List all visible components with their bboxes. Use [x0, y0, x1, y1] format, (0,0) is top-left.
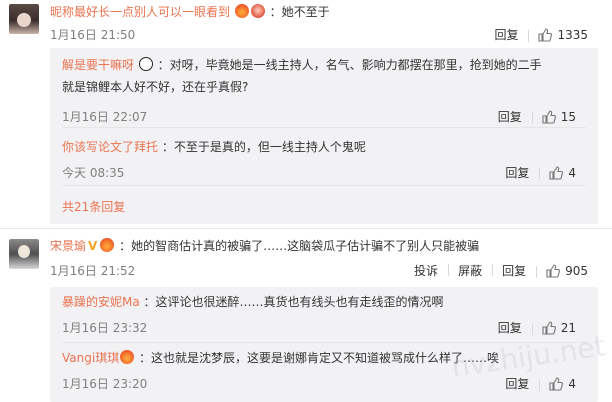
comment-username[interactable]: 宋景瑜 [50, 239, 86, 253]
thumb-up-icon [546, 263, 561, 278]
thumb-up-icon [538, 27, 553, 42]
reply-text: ：这也就是沈梦辰，这要是谢娜肯定又不知道被骂成什么样了……唉 [139, 351, 500, 365]
reply-line-1: Vangi琪琪 ：这也就是沈梦辰，这要是谢娜肯定又不知道被骂成什么样了……唉 [62, 347, 586, 369]
verified-badge-icon: V [88, 239, 98, 253]
reply-actions: 回复 4 [495, 375, 586, 392]
reply-button[interactable]: 回复 [488, 319, 532, 336]
reply-username[interactable]: 解是要干嘛呀 [62, 58, 134, 72]
like-button[interactable]: 905 [536, 264, 598, 278]
reply-line-1: 暴躁的安妮Ma ：这评论也很迷醉……真货也有线头也有走线歪的情况啊 [62, 291, 586, 313]
fire-emoji-icon [120, 350, 135, 364]
thumb-up-icon [542, 109, 556, 124]
reply-button[interactable]: 回复 [495, 164, 539, 181]
reply-item: Vangi琪琪 ：这也就是沈梦辰，这要是谢娜肯定又不知道被骂成什么样了……唉 1… [62, 347, 586, 399]
thumb-up-icon [542, 320, 556, 335]
fire-emoji-icon [100, 238, 115, 252]
reply-line-2: 就是锦鲤本人好不好，还在乎真假? [62, 80, 249, 94]
reply-date: 今天 08:35 [62, 166, 125, 180]
more-replies-link[interactable]: 共21条回复 [62, 198, 125, 215]
reply-item: 暴躁的安妮Ma ：这评论也很迷醉……真货也有线头也有走线歪的情况啊 1月16日 … [62, 291, 586, 343]
like-count: 1335 [557, 27, 588, 42]
like-button[interactable]: 15 [531, 109, 586, 124]
reply-date: 1月16日 23:20 [62, 377, 148, 391]
avatar[interactable] [9, 239, 39, 269]
reply-text: ：不至于是真的，但一线主持人个鬼呢 [161, 140, 366, 154]
reply-button[interactable]: 回复 [488, 108, 532, 125]
like-count: 4 [568, 376, 576, 391]
comment-text: ：她不至于 [269, 5, 330, 19]
reply-date: 1月16日 22:07 [62, 110, 148, 124]
avatar[interactable] [9, 4, 39, 34]
like-count: 4 [568, 165, 576, 180]
reply-text: ：这评论也很迷醉……真货也有线头也有走线歪的情况啊 [143, 295, 444, 309]
reply-username[interactable]: 你该写论文了拜托 [62, 140, 158, 154]
reply-item: 解是要干嘛呀 ：对呀，毕竟她是一线主持人，名气、影响力都摆在那里，抢到她的二手 … [62, 54, 586, 128]
reply-actions: 回复 15 [488, 108, 586, 125]
comment-username[interactable]: 昵称最好长一点别人可以一眼看到 [50, 5, 230, 19]
like-count: 905 [565, 263, 588, 278]
red-face-emoji-icon [250, 4, 265, 18]
comment-header: 昵称最好长一点别人可以一眼看到 ：她不至于 [50, 4, 330, 20]
comment-date: 1月16日 21:52 [50, 264, 136, 278]
like-button[interactable]: 21 [531, 320, 586, 335]
reply-username[interactable]: Vangi琪琪 [62, 351, 119, 365]
comment-date: 1月16日 21:50 [50, 28, 136, 42]
like-count: 21 [560, 320, 576, 335]
reply-text: ：对呀，毕竟她是一线主持人，名气、影响力都摆在那里，抢到她的二手 [157, 58, 542, 72]
reply-date: 1月16日 23:32 [62, 321, 148, 335]
reply-button[interactable]: 回复 [492, 262, 536, 279]
reply-actions: 回复 21 [488, 319, 586, 336]
reply-list: 暴躁的安妮Ma ：这评论也很迷醉……真货也有线头也有走线歪的情况啊 1月16日 … [50, 287, 598, 402]
comment-actions: 投诉 屏蔽 回复 905 [404, 262, 598, 279]
like-button[interactable]: 4 [539, 377, 586, 391]
block-button[interactable]: 屏蔽 [448, 262, 492, 279]
reply-username[interactable]: 暴躁的安妮Ma [62, 295, 140, 309]
report-button[interactable]: 投诉 [404, 262, 448, 279]
comment-text: ：她的智商估计真的被骗了……这脑袋瓜子估计骗不了别人只能被骗 [119, 239, 480, 253]
reply-button[interactable]: 回复 [495, 375, 539, 392]
reply-line-1: 你该写论文了拜托 ：不至于是真的，但一线主持人个鬼呢 [62, 136, 586, 158]
fire-emoji-icon [234, 4, 249, 18]
like-count: 15 [560, 109, 576, 124]
panda-emoji-icon [138, 57, 153, 71]
reply-list: 解是要干嘛呀 ：对呀，毕竟她是一线主持人，名气、影响力都摆在那里，抢到她的二手 … [50, 48, 598, 224]
reply-item: 你该写论文了拜托 ：不至于是真的，但一线主持人个鬼呢 今天 08:35 回复 4 [62, 136, 586, 186]
like-button[interactable]: 1335 [528, 28, 598, 42]
reply-actions: 回复 4 [495, 164, 586, 181]
divider [0, 228, 612, 229]
thumb-up-icon [549, 376, 564, 391]
comment-header: 宋景瑜 V ：她的智商估计真的被骗了……这脑袋瓜子估计骗不了别人只能被骗 [50, 238, 479, 254]
comment-actions: 回复 1335 [484, 26, 598, 43]
reply-line-1: 解是要干嘛呀 ：对呀，毕竟她是一线主持人，名气、影响力都摆在那里，抢到她的二手 [62, 54, 586, 76]
thumb-up-icon [549, 165, 564, 180]
like-button[interactable]: 4 [539, 166, 586, 180]
reply-button[interactable]: 回复 [484, 26, 528, 43]
